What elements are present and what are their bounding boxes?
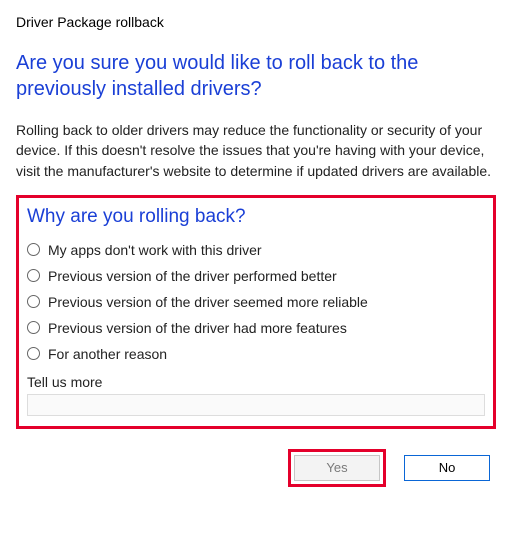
dialog-buttons: Yes No (16, 449, 496, 495)
yes-button[interactable]: Yes (294, 455, 380, 481)
reason-label: Previous version of the driver had more … (48, 320, 347, 336)
reason-option[interactable]: Previous version of the driver seemed mo… (27, 294, 485, 310)
reason-option[interactable]: My apps don't work with this driver (27, 242, 485, 258)
tellmore-label: Tell us more (27, 374, 485, 390)
radio-icon[interactable] (27, 243, 40, 256)
reason-section-highlight: Why are you rolling back? My apps don't … (16, 195, 496, 429)
reason-subhead: Why are you rolling back? (27, 206, 485, 228)
window-title: Driver Package rollback (16, 10, 496, 30)
reason-label: Previous version of the driver seemed mo… (48, 294, 368, 310)
yes-button-highlight: Yes (288, 449, 386, 487)
radio-icon[interactable] (27, 295, 40, 308)
reason-label: Previous version of the driver performed… (48, 268, 337, 284)
reason-option[interactable]: For another reason (27, 346, 485, 362)
no-button[interactable]: No (404, 455, 490, 481)
tellmore-input[interactable] (27, 394, 485, 416)
headline: Are you sure you would like to roll back… (16, 50, 496, 102)
radio-icon[interactable] (27, 347, 40, 360)
no-button-wrap: No (398, 449, 496, 487)
reason-label: My apps don't work with this driver (48, 242, 262, 258)
reason-label: For another reason (48, 346, 167, 362)
radio-icon[interactable] (27, 321, 40, 334)
warning-text: Rolling back to older drivers may reduce… (16, 120, 496, 181)
reason-option[interactable]: Previous version of the driver had more … (27, 320, 485, 336)
reason-option[interactable]: Previous version of the driver performed… (27, 268, 485, 284)
radio-icon[interactable] (27, 269, 40, 282)
